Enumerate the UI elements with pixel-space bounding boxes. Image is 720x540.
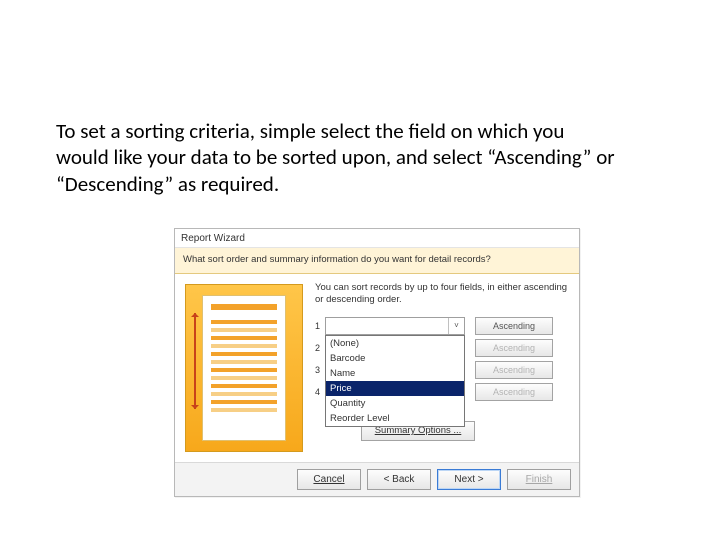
sort-field-1-combo[interactable]: ˅ [325,317,465,335]
sort-hint: You can sort records by up to four field… [315,282,569,307]
row-number: 4 [315,387,325,397]
row-number: 1 [315,321,325,331]
ascending-button-3: Ascending [475,361,553,379]
next-button[interactable]: Next > [437,469,501,490]
sort-row-1: 1 ˅ Ascending (None) Barcode Name Price … [315,317,569,335]
ascending-button-4: Ascending [475,383,553,401]
option-price[interactable]: Price [326,381,464,396]
option-barcode[interactable]: Barcode [326,351,464,366]
cancel-button[interactable]: Cancel [297,469,361,490]
dialog-prompt: What sort order and summary information … [175,248,579,274]
row-number: 2 [315,343,325,353]
finish-button[interactable]: Finish [507,469,571,490]
option-none[interactable]: (None) [326,336,464,351]
field-dropdown-list[interactable]: (None) Barcode Name Price Quantity Reord… [325,335,465,427]
sort-form: You can sort records by up to four field… [311,274,579,462]
preview-pane [185,284,303,452]
chevron-down-icon[interactable]: ˅ [448,318,464,334]
ascending-button-2: Ascending [475,339,553,357]
option-name[interactable]: Name [326,366,464,381]
instruction-text: To set a sorting criteria, simple select… [56,118,616,197]
dialog-title: Report Wizard [175,229,579,248]
report-wizard-dialog: Report Wizard What sort order and summar… [174,228,580,497]
sort-arrow-icon [194,313,196,409]
row-number: 3 [315,365,325,375]
ascending-button-1[interactable]: Ascending [475,317,553,335]
back-button[interactable]: < Back [367,469,431,490]
option-quantity[interactable]: Quantity [326,396,464,411]
option-reorder-level[interactable]: Reorder Level [326,411,464,426]
dialog-button-bar: Cancel < Back Next > Finish [175,462,579,496]
